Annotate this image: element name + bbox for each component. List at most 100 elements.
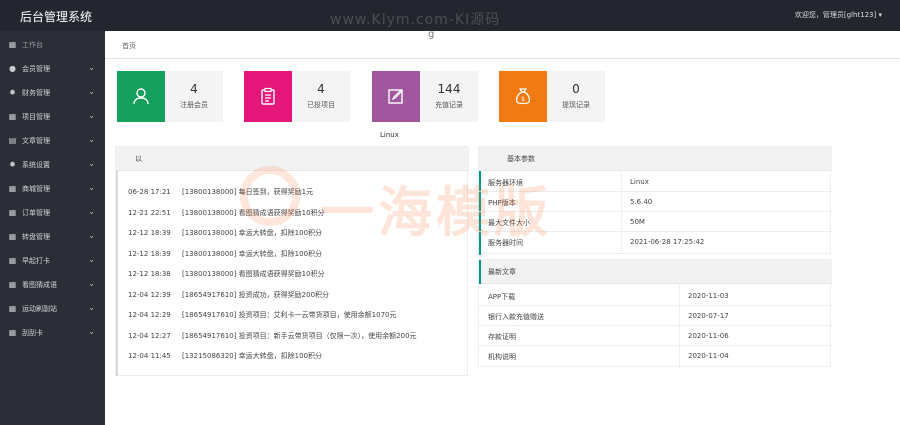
log-text: [18654917610] 投资项目：新手云带货项目（仅限一次），使用余额200… [182,332,417,340]
watermark-logo [240,166,300,226]
clipboard-icon [261,87,275,105]
stat-tile [244,71,292,122]
user-icon [133,88,149,105]
log-row: 12-12 18:39 [13800138000] 幸运大转盘，扣除100积分 [128,228,322,242]
grid-icon: ▦ [8,280,17,289]
chevron-down-icon: ⌄ [88,303,95,312]
sidebar-item-checkin[interactable]: ▦ 早起打卡 ⌄ [0,249,105,273]
stat-card-projects[interactable]: 4 已投项目 [244,71,350,122]
top-bar: 后台管理系统 www.Klym.com-KI源码 欢迎您，管理员[glht123… [0,0,900,31]
panel-title: 基本参数 [507,155,535,163]
stat-tile [117,71,165,122]
log-row: 12-04 12:29 [18654917610] 投资项目：艾利卡一云带货项目，… [128,310,397,324]
sidebar-item-workbench[interactable]: ▦ 工作台 [0,33,105,57]
latest-articles-panel: 最新文章 APP下载 2020-11-03 银行入款充值赠送 2020-07-17 … [478,259,832,368]
log-row: 12-04 12:27 [18654917610] 投资项目：新手云带货项目（仅限… [128,331,417,345]
document-icon: ▤ [8,136,17,145]
sidebar-item-orders[interactable]: ▦ 订单管理 ⌄ [0,201,105,225]
stat-card-members[interactable]: 4 注册会员 [117,71,223,122]
stat-tile: $ [499,71,547,122]
sidebar-item-label: 会员管理 [22,65,50,73]
gear-icon: ✹ [9,160,16,169]
user-menu-label: 欢迎您，管理员[glht123] [794,11,877,19]
chevron-down-icon: ⌄ [88,63,95,72]
stat-label: 充值记录 [435,101,463,109]
log-row: 12-12 18:39 [13800138000] 幸运大转盘，扣除100积分 [128,249,322,263]
sidebar-item-projects[interactable]: ▦ 项目管理 ⌄ [0,105,105,129]
sidebar-item-label: 财务管理 [22,89,50,97]
log-text: [13800138000] 幸运大转盘，扣除100积分 [182,229,323,237]
watermark-text: www.Klym.com-KI源码 [330,12,501,28]
chevron-down-icon: ⌄ [88,183,95,192]
stat-card-withdrawals[interactable]: $ 0 提现记录 [499,71,605,122]
gear-icon: ✹ [9,88,16,97]
stat-label: 提现记录 [562,101,590,109]
log-time: 12-12 18:38 [128,270,171,278]
panel-title: 以 [135,155,142,163]
article-date: 2020-07-17 [688,312,729,320]
stat-label: 注册会员 [180,101,208,109]
money-bag-icon: $ [516,88,530,105]
log-row: 12-04 12:39 [18654917610] 投资成功，获得奖励200积分 [128,290,329,304]
sidebar-item-idiom[interactable]: ▦ 看图猜成语 ⌄ [0,273,105,297]
log-time: 12-04 12:39 [128,291,171,299]
log-row: 12-04 11:45 [13215086320] 幸运大转盘，扣除100积分 [128,351,322,365]
sidebar-item-label: 商城管理 [22,185,50,193]
stat-label: 已投项目 [307,101,335,109]
log-text: [13800138000] 看图猜成语获得奖励10积分 [182,270,325,278]
svg-text:$: $ [521,96,525,103]
article-date: 2020-11-04 [688,352,729,360]
grid-icon: ▦ [8,112,17,121]
article-row[interactable]: 机构说明 2020-11-04 [479,346,832,366]
chevron-down-icon: ⌄ [88,87,95,96]
article-date: 2020-11-06 [688,332,729,340]
sidebar-item-mall[interactable]: ▦ 商城管理 ⌄ [0,177,105,201]
chevron-down-icon: ⌄ [88,135,95,144]
overlay-watermark: 一海模版 [320,181,552,244]
article-title[interactable]: 存款证明 [488,332,516,342]
panel-accent [116,171,118,376]
chevron-down-icon: ⌄ [88,111,95,120]
sidebar-item-label: 转盘管理 [22,233,50,241]
panel-title: 最新文章 [488,268,516,276]
grid-icon: ▦ [8,232,17,241]
article-title[interactable]: 银行入款充值赠送 [488,312,544,322]
sidebar: ▦ 工作台 ● 会员管理 ⌄ ✹ 财务管理 ⌄ ▦ 项目管理 ⌄ ▤ 文章管理 … [0,31,105,425]
sidebar-item-label: 运动刷副站 [22,305,57,313]
sidebar-item-label: 项目管理 [22,113,50,121]
user-menu[interactable]: 欢迎您，管理员[glht123] ▾ [795,10,882,20]
stat-card-recharges[interactable]: 144 充值记录 [372,71,478,122]
article-title[interactable]: APP下载 [488,292,515,302]
sidebar-item-wheel[interactable]: ▦ 转盘管理 ⌄ [0,225,105,249]
stat-value: 0 [572,82,580,96]
article-row[interactable]: 存款证明 2020-11-06 [479,326,832,346]
grid-icon: ▦ [8,208,17,217]
sidebar-item-settings[interactable]: ✹ 系统设置 ⌄ [0,153,105,177]
sidebar-item-label: 系统设置 [22,161,50,169]
sidebar-item-members[interactable]: ● 会员管理 ⌄ [0,57,105,81]
info-value: 5.6.40 [630,198,653,206]
log-text: [13215086320] 幸运大转盘，扣除100积分 [182,352,323,360]
sidebar-item-finance[interactable]: ✹ 财务管理 ⌄ [0,81,105,105]
panel-accent [479,260,481,284]
chevron-down-icon: ⌄ [88,207,95,216]
article-title[interactable]: 机构说明 [488,352,516,362]
sidebar-item-label: 看图猜成语 [22,281,57,289]
stat-value: 4 [317,82,325,96]
log-text: [18654917610] 投资成功，获得奖励200积分 [182,291,330,299]
log-text: [13800138000] 幸运大转盘，扣除100积分 [182,250,323,258]
sidebar-item-sports[interactable]: ▦ 运动刷副站 ⌄ [0,297,105,321]
breadcrumb-home[interactable]: 首页 [122,41,136,51]
stat-tile [372,71,420,122]
edit-icon [388,89,403,104]
chevron-down-icon: ⌄ [88,231,95,240]
grid-icon: ▦ [8,328,17,337]
sidebar-item-scratch[interactable]: ▦ 刮刮卡 ⌄ [0,321,105,345]
article-row[interactable]: APP下载 2020-11-03 [479,286,832,306]
info-value: 2021-06-28 17:25:42 [630,238,705,246]
sidebar-item-articles[interactable]: ▤ 文章管理 ⌄ [0,129,105,153]
article-row[interactable]: 银行入款充值赠送 2020-07-17 [479,306,832,326]
log-time: 06-28 17:21 [128,188,171,196]
stat-value: 144 [437,82,461,96]
chevron-down-icon: ⌄ [88,279,95,288]
